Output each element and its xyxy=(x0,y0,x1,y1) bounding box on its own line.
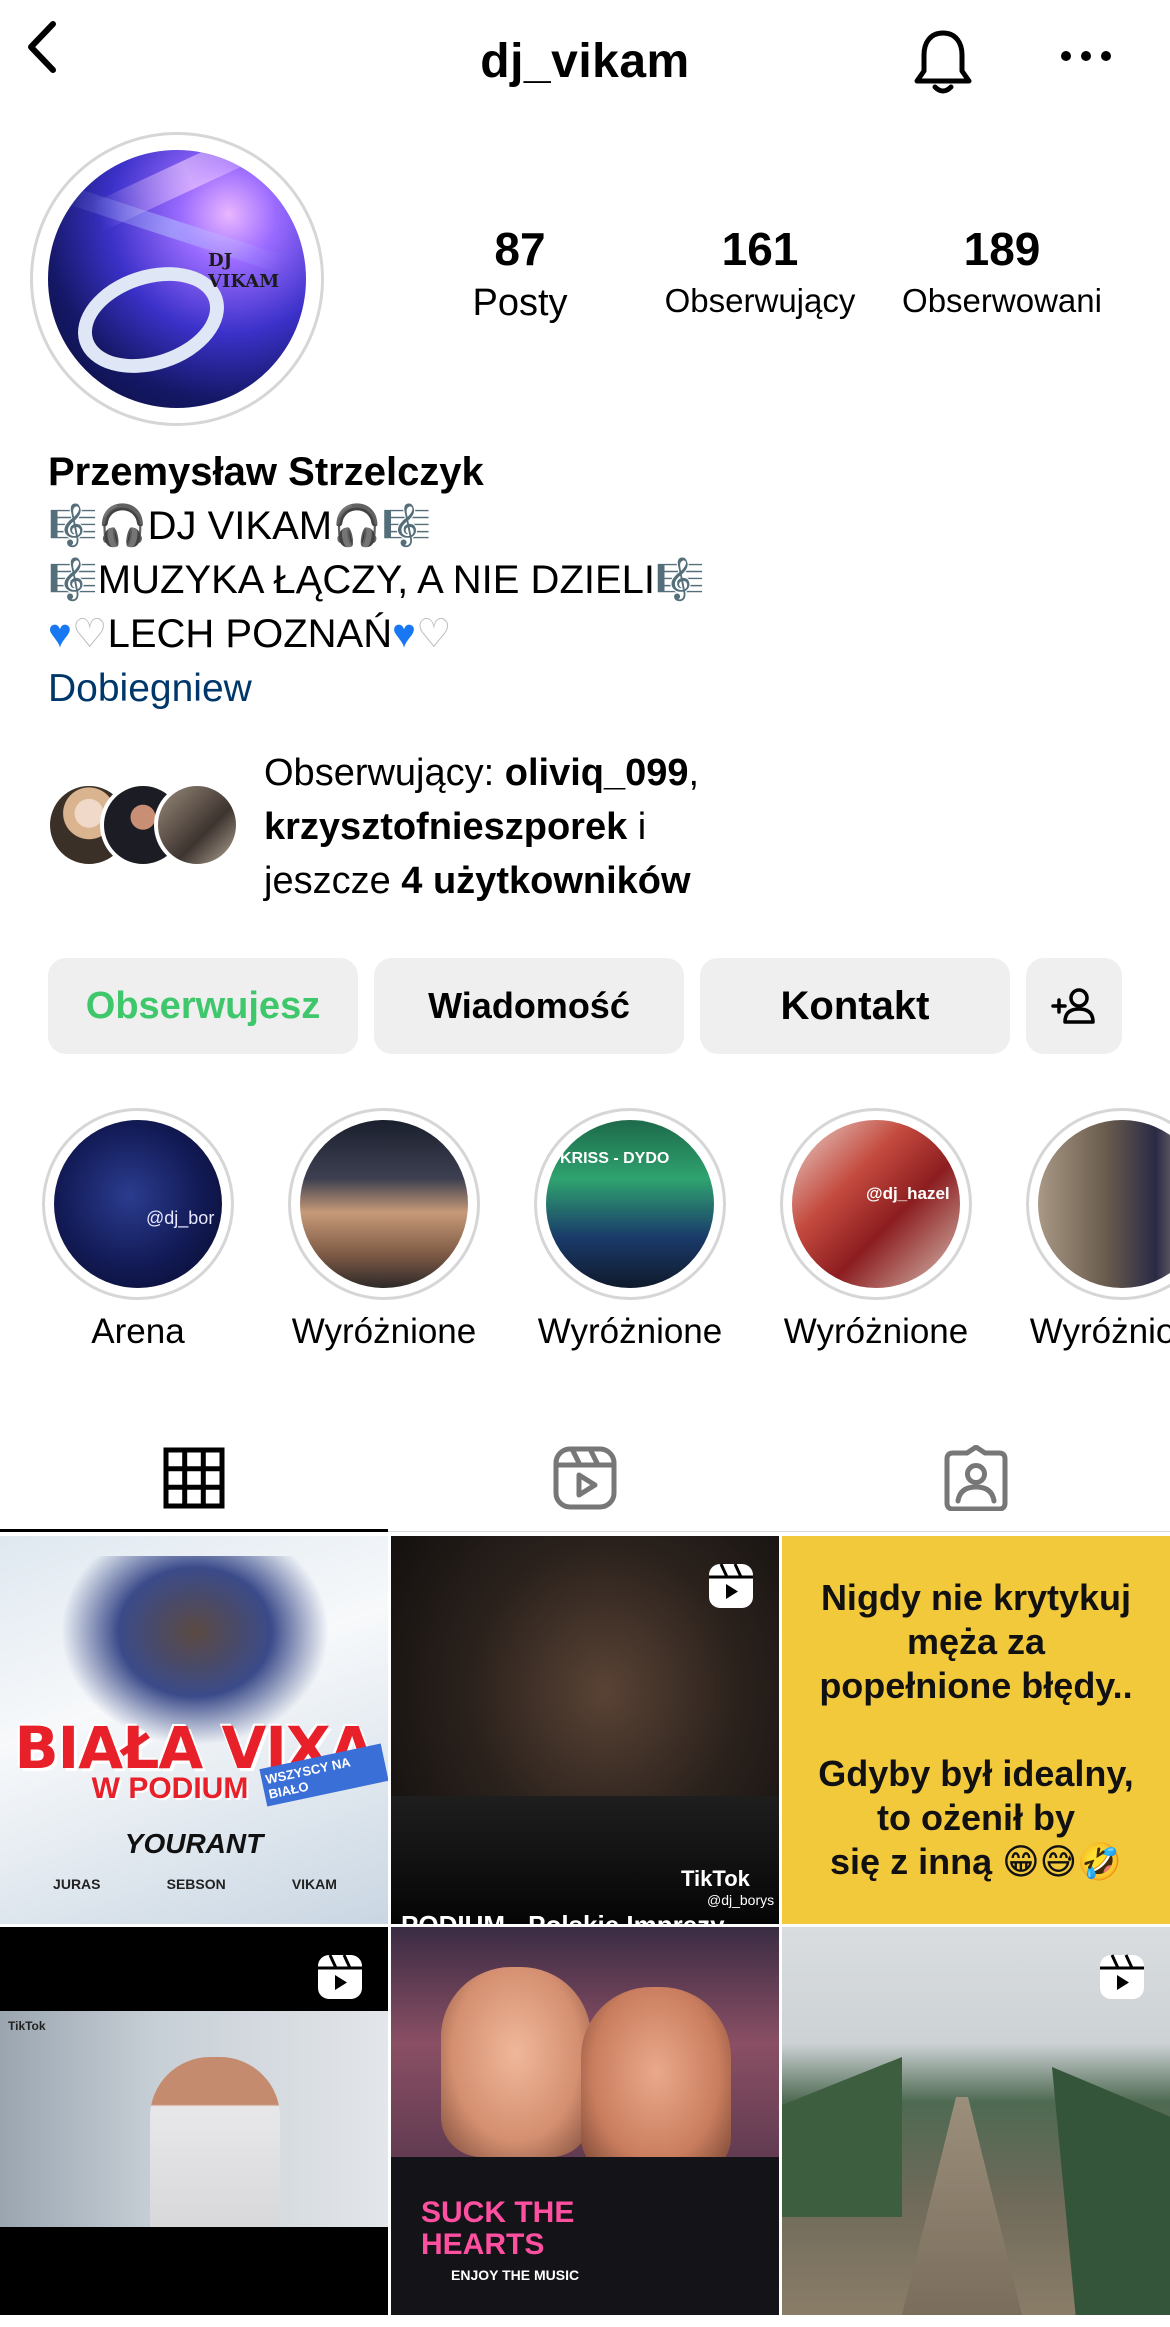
highlight-overlay-text: @dj_bor xyxy=(146,1208,215,1228)
tiktok-watermark: TikTok xyxy=(681,1866,750,1891)
white-heart-icon: ♡ xyxy=(415,612,452,656)
active-tab-indicator xyxy=(0,1529,388,1532)
stat-posts-count: 87 xyxy=(494,223,546,275)
blue-heart-icon: ♥ xyxy=(48,612,72,656)
highlight-label: Wyróżnione xyxy=(291,1312,477,1351)
highlight-cover xyxy=(300,1120,468,1288)
highlight-label: Wyróżnione xyxy=(537,1312,723,1351)
story-highlight[interactable]: @dj_bor Arena xyxy=(42,1108,234,1352)
post-shirt-text: ENJOY THE MUSIC xyxy=(451,2267,580,2283)
add-user-icon xyxy=(1051,988,1095,1024)
highlight-cover: @dj_bor xyxy=(54,1120,222,1288)
post-thumbnail[interactable] xyxy=(782,1927,1170,2315)
bio-line: 🎼🎧DJ VIKAM🎧🎼 xyxy=(48,504,432,548)
avatar-logo-text: DJ VIKAM xyxy=(208,250,280,292)
bio-line: 🎼MUZYKA ŁĄCZY, A NIE DZIELI🎼 xyxy=(48,558,705,602)
bio-line: ♥♡LECH POZNAŃ♥♡ xyxy=(48,607,1128,661)
post-thumbnail[interactable]: Nigdy nie krytykuj męża za popełnione błęd… xyxy=(782,1536,1170,1924)
highlight-label: Wyróżnione xyxy=(1029,1312,1170,1351)
story-highlight[interactable]: Wyróżnione xyxy=(288,1108,480,1352)
avatar xyxy=(154,782,240,868)
story-highlight[interactable]: Wyróżnione xyxy=(1026,1108,1170,1352)
reel-badge-icon xyxy=(709,1563,753,1608)
reel-badge-icon xyxy=(1100,1954,1144,1999)
highlight-cover xyxy=(1038,1120,1170,1288)
followed-by-prefix: Obserwujący: xyxy=(264,752,505,794)
reels-icon xyxy=(553,1446,617,1510)
post-logo-text: VIKAM xyxy=(291,1876,337,1892)
stat-followers[interactable]: 161 Obserwujący xyxy=(650,222,870,320)
story-highlight[interactable]: KRISS - DYDO Wyróżnione xyxy=(534,1108,726,1352)
post-caption-text: PODIUM - Polskie Imprezy xyxy=(401,1910,725,1924)
post-meme-text: Nigdy nie krytykuj męża za popełnione błęd… xyxy=(818,1577,1134,1882)
bell-icon xyxy=(914,30,972,94)
stat-following-label: Obserwowani xyxy=(902,282,1102,319)
post-name-text: YOURANT xyxy=(124,1828,264,1859)
post-thumbnail[interactable]: TikTok @dj_borys PODIUM - Polskie Imprez… xyxy=(391,1536,779,1924)
mutual-followers-avatars[interactable] xyxy=(46,782,246,872)
story-highlight[interactable]: @dj_hazel Wyróżnione xyxy=(780,1108,972,1352)
following-button[interactable]: Obserwujesz xyxy=(48,958,358,1054)
profile-bio: Przemysław Strzelczyk 🎼🎧DJ VIKAM🎧🎼 🎼MUZY… xyxy=(48,445,1128,717)
bio-line-text: LECH POZNAŃ xyxy=(107,612,393,656)
post-subtitle-text: W PODIUM xyxy=(91,1772,249,1805)
profile-full-name: Przemysław Strzelczyk xyxy=(48,450,484,494)
tab-posts-grid[interactable] xyxy=(0,1430,388,1526)
post-shirt-text: SUCK THE HEARTS xyxy=(421,2196,575,2261)
stat-following[interactable]: 189 Obserwowani xyxy=(890,222,1114,320)
highlight-label: Wyróżnione xyxy=(783,1312,969,1351)
white-heart-icon: ♡ xyxy=(71,612,108,656)
followed-by-user: krzysztofnieszporek xyxy=(264,806,628,848)
post-thumbnail[interactable]: BIAŁA VIXA W PODIUM WSZYSCY NA BIAŁO YOU… xyxy=(0,1536,388,1924)
profile-username-title: dj_vikam xyxy=(480,35,690,88)
stat-followers-label: Obserwujący xyxy=(664,282,856,319)
post-thumbnail[interactable]: TikTok xyxy=(0,1927,388,2315)
mutual-followers-text[interactable]: Obserwujący: oliviq_099, krzysztofnieszp… xyxy=(264,746,1124,908)
contact-button[interactable]: Kontakt xyxy=(700,958,1010,1054)
stat-posts-label: Posty xyxy=(472,282,568,324)
more-options-button[interactable] xyxy=(1056,44,1116,68)
stat-following-count: 189 xyxy=(963,223,1041,275)
highlight-overlay-text: @dj_hazel xyxy=(866,1184,950,1203)
stat-posts[interactable]: 87 Posty xyxy=(440,222,600,325)
post-thumbnail[interactable]: SUCK THE HEARTS ENJOY THE MUSIC xyxy=(391,1927,779,2315)
tiktok-watermark: TikTok xyxy=(8,2019,46,2033)
reel-badge-icon xyxy=(318,1954,362,1999)
notifications-button[interactable] xyxy=(908,26,978,98)
followed-by-separator: , xyxy=(688,752,700,794)
tiktok-handle: @dj_borys xyxy=(707,1892,775,1908)
tab-reels[interactable] xyxy=(391,1430,779,1526)
location-link[interactable]: Dobiegniew xyxy=(48,661,1128,717)
stat-followers-count: 161 xyxy=(721,223,799,275)
tab-tagged[interactable] xyxy=(782,1430,1170,1526)
highlight-cover: KRISS - DYDO xyxy=(546,1120,714,1288)
avatar-image: DJ VIKAM xyxy=(48,150,306,408)
highlight-label: Arena xyxy=(91,1312,185,1351)
highlight-overlay-text: KRISS - DYDO xyxy=(560,1150,670,1167)
blue-heart-icon: ♥ xyxy=(392,612,416,656)
tagged-person-icon xyxy=(944,1445,1008,1511)
followed-by-more-count: 4 użytkowników xyxy=(401,860,691,902)
followed-by-conjunction: i xyxy=(627,806,647,848)
suggested-users-button[interactable] xyxy=(1026,958,1122,1054)
followed-by-user: oliviq_099 xyxy=(504,752,689,794)
followed-by-more-prefix: jeszcze xyxy=(264,860,402,902)
grid-icon xyxy=(163,1447,225,1509)
post-logo-text: JURAS xyxy=(53,1876,101,1892)
profile-avatar[interactable]: DJ VIKAM xyxy=(30,132,324,426)
message-button[interactable]: Wiadomość xyxy=(374,958,684,1054)
highlight-cover: @dj_hazel xyxy=(792,1120,960,1288)
more-dots-icon xyxy=(1061,51,1111,61)
post-logo-text: SEBSON xyxy=(166,1876,226,1892)
